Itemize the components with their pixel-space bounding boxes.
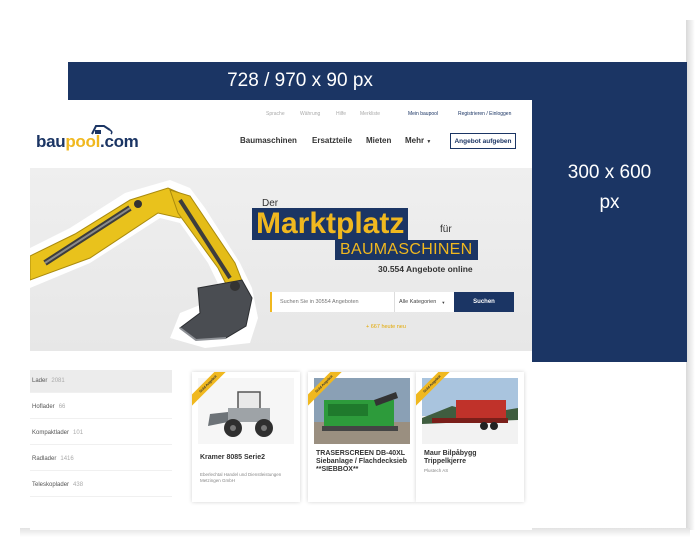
screenshot-frame: 728 / 970 x 90 px 300 x 600 px Sprache W… <box>0 0 695 537</box>
website-preview: Sprache Währung Hilfe Merkliste Mein bau… <box>30 100 532 530</box>
category-item-radlader[interactable]: Radlader 1416 <box>30 448 172 471</box>
watchlist-link[interactable]: Merkliste <box>360 111 380 117</box>
listing-card[interactable]: Gold Angebot TRASERSCREEN DB-40XL Sieban… <box>308 372 416 502</box>
hero-fuer-text: für <box>440 224 452 235</box>
category-item-hoflader[interactable]: Hoflader 66 <box>30 396 172 419</box>
category-label: Kompaktlader <box>32 430 70 436</box>
my-account-link[interactable]: Mein baupool <box>408 111 438 117</box>
search-input[interactable] <box>272 292 394 312</box>
logo-text-pool: pool <box>65 132 101 151</box>
ribbon-label: Gold Angebot <box>192 372 228 407</box>
listing-dealer: Plustech AS <box>424 468 449 473</box>
chevron-down-icon: ▼ <box>426 139 432 145</box>
nav-baumaschinen[interactable]: Baumaschinen <box>240 136 297 145</box>
category-count: 2081 <box>51 378 65 384</box>
category-item-kompaktlader[interactable]: Kompaktlader 101 <box>30 422 172 445</box>
ribbon-label: Gold Angebot <box>416 372 452 407</box>
skyscraper-ad-label-line2: px <box>599 192 620 213</box>
currency-link[interactable]: Währung <box>300 111 320 117</box>
leaderboard-ad-placeholder[interactable]: 728 / 970 x 90 px <box>68 62 532 100</box>
category-sidebar: Lader 2081 Hoflader 66 Kompaktlader 101 Rad… <box>30 370 172 500</box>
nav-mehr-label: Mehr <box>405 136 425 145</box>
category-item-lader[interactable]: Lader 2081 <box>30 370 172 393</box>
gold-offer-ribbon: Gold Angebot <box>416 372 452 408</box>
skyscraper-ad-label-line1: 300 x 600 <box>567 162 652 183</box>
top-utility-bar: Sprache Währung Hilfe Merkliste Mein bau… <box>30 108 532 120</box>
leaderboard-ad-label: 728 / 970 x 90 px <box>227 70 373 91</box>
nav-mieten[interactable]: Mieten <box>366 136 391 145</box>
search-button[interactable]: Suchen <box>454 292 514 312</box>
category-count: 1416 <box>60 456 74 462</box>
baupool-logo[interactable]: baupool.com <box>36 132 139 152</box>
listing-dealer: Eberlechtal Handel und Dienstleistungen … <box>200 472 282 483</box>
logo-text-com: .com <box>100 132 139 151</box>
hero-search-bar: Alle Kategorien ▼ Suchen <box>270 292 514 312</box>
skyscraper-ad-placeholder[interactable]: 300 x 600 px <box>532 62 687 362</box>
help-link[interactable]: Hilfe <box>336 111 346 117</box>
hero-offer-count: 30.554 Angebote online <box>378 264 473 274</box>
gold-offer-ribbon: Gold Angebot <box>308 372 344 408</box>
category-count: 66 <box>58 404 66 410</box>
listing-card[interactable]: Gold Angebot Kramer 8085 Serie2 Eberlech… <box>192 372 300 502</box>
chevron-down-icon: ▼ <box>441 299 446 305</box>
hero-banner: Der Marktplatz für BAUMASCHINEN 30.554 A… <box>30 168 532 351</box>
category-item-teleskoplader[interactable]: Teleskoplader 438 <box>30 474 172 497</box>
category-label: Hoflader <box>32 404 55 410</box>
logo-text-bau: bau <box>36 132 66 151</box>
new-today-link[interactable]: + 667 heute neu <box>366 324 406 330</box>
excavator-arm-image <box>30 180 258 348</box>
listing-title: Maur Bilpåbygg Trippelkjerre <box>424 450 477 465</box>
category-count: 101 <box>73 430 84 436</box>
category-label: Teleskoplader <box>32 482 70 488</box>
register-login-link[interactable]: Registrieren / Einloggen <box>458 111 511 117</box>
frame-shadow-right <box>686 20 695 530</box>
nav-ersatzteile[interactable]: Ersatzteile <box>312 136 352 145</box>
offer-button[interactable]: Angebot aufgeben <box>450 133 516 149</box>
hero-marktplatz-title: Marktplatz <box>252 208 409 240</box>
listing-card[interactable]: Gold Angebot Maur Bilpåbygg Trippelkjerr… <box>416 372 524 502</box>
category-label: Lader <box>32 378 48 384</box>
category-label: Radlader <box>32 456 57 462</box>
gold-offer-ribbon: Gold Angebot <box>192 372 228 408</box>
listing-title: Kramer 8085 Serie2 <box>200 454 265 461</box>
language-link[interactable]: Sprache <box>266 111 285 117</box>
nav-mehr[interactable]: Mehr ▼ <box>405 136 431 145</box>
category-select-value: Alle Kategorien <box>399 299 437 305</box>
hero-baumaschinen-title: BAUMASCHINEN <box>335 240 478 260</box>
listing-title: TRASERSCREEN DB-40XL Siebanlage / Flachd… <box>316 450 408 473</box>
category-select[interactable]: Alle Kategorien ▼ <box>394 292 454 312</box>
category-count: 438 <box>73 482 84 488</box>
ribbon-label: Gold Angebot <box>308 372 344 407</box>
